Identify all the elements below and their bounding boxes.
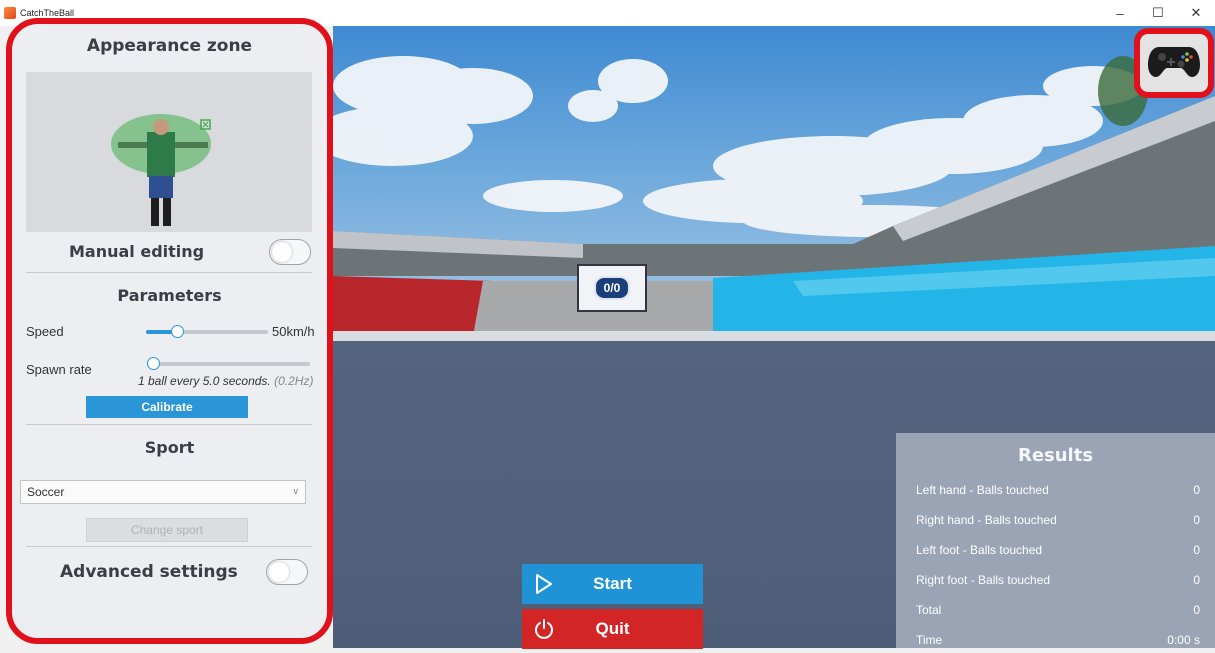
results-row: Right hand - Balls touched 0	[916, 513, 1200, 533]
window-title: CatchTheBall	[20, 8, 75, 18]
results-title: Results	[1017, 445, 1094, 466]
results-row-value: 0	[1193, 603, 1200, 617]
spawn-rate-label: Spawn rate	[26, 362, 92, 377]
spawn-rate-slider[interactable]	[147, 357, 310, 370]
sport-select[interactable]: Soccer v	[20, 480, 306, 504]
results-row-value: 0:00 s	[1167, 633, 1200, 647]
results-row-label: Total	[916, 603, 942, 617]
scoreboard: 0/0	[577, 264, 647, 312]
results-row: Time 0:00 s	[916, 633, 1200, 653]
speed-slider-thumb[interactable]	[171, 325, 184, 338]
maximize-button[interactable]: ☐	[1139, 0, 1177, 26]
sport-select-value: Soccer	[27, 485, 65, 499]
chevron-down-icon: v	[293, 486, 299, 496]
sport-title: Sport	[144, 438, 195, 457]
calibrate-button[interactable]: Calibrate	[86, 396, 248, 418]
spawn-rate-slider-thumb[interactable]	[147, 357, 160, 370]
appearance-zone-title: Appearance zone	[86, 36, 253, 56]
window-controls: – ☐ ✕	[1101, 0, 1215, 26]
minimize-button[interactable]: –	[1101, 0, 1139, 26]
results-row: Left hand - Balls touched 0	[916, 483, 1200, 503]
start-label: Start	[593, 574, 632, 593]
speed-value: 50km/h	[272, 324, 315, 339]
quit-label: Quit	[595, 619, 630, 638]
speed-slider[interactable]	[146, 325, 268, 338]
results-row-value: 0	[1193, 573, 1200, 587]
advanced-settings-label: Advanced settings	[60, 562, 238, 582]
results-row-value: 0	[1193, 483, 1200, 497]
results-row-label: Time	[916, 633, 943, 647]
quit-button[interactable]: Quit	[522, 609, 703, 649]
speed-label: Speed	[26, 324, 64, 339]
settings-panel: Appearance zone Manual editing Parameter…	[6, 18, 333, 644]
change-sport-button[interactable]: Change sport	[86, 518, 248, 542]
results-row-label: Left hand - Balls touched	[916, 483, 1049, 497]
spawn-rate-description: 1 ball every 5.0 seconds. (0.2Hz)	[138, 374, 313, 388]
results-panel: Results Left hand - Balls touched 0 Righ…	[896, 433, 1215, 648]
results-row: Left foot - Balls touched 0	[916, 543, 1200, 563]
parameters-title: Parameters	[117, 286, 222, 305]
results-row-label: Right hand - Balls touched	[916, 513, 1057, 527]
play-icon	[534, 573, 554, 600]
power-icon	[534, 618, 554, 645]
advanced-settings-toggle[interactable]	[266, 559, 308, 585]
manual-editing-toggle[interactable]	[269, 239, 311, 265]
score-counter: 0/0	[593, 276, 631, 300]
divider	[26, 272, 312, 273]
spawn-rate-hz: (0.2Hz)	[274, 374, 314, 388]
divider	[26, 546, 312, 547]
results-row-label: Left foot - Balls touched	[916, 543, 1043, 557]
sky: 0/0	[333, 26, 1215, 341]
close-button[interactable]: ✕	[1177, 0, 1215, 26]
gamepad-icon	[1147, 43, 1201, 84]
spawn-rate-text: 1 ball every 5.0 seconds.	[138, 374, 271, 388]
results-row-value: 0	[1193, 543, 1200, 557]
app-icon	[4, 7, 16, 19]
start-button[interactable]: Start	[522, 564, 703, 604]
divider	[26, 424, 312, 425]
results-row-value: 0	[1193, 513, 1200, 527]
appearance-zone-preview[interactable]	[26, 72, 312, 232]
results-row-label: Right foot - Balls touched	[916, 573, 1051, 587]
results-row: Total 0	[916, 603, 1200, 623]
gamepad-button[interactable]	[1134, 28, 1214, 98]
manual-editing-label: Manual editing	[69, 242, 205, 261]
results-row: Right foot - Balls touched 0	[916, 573, 1200, 593]
